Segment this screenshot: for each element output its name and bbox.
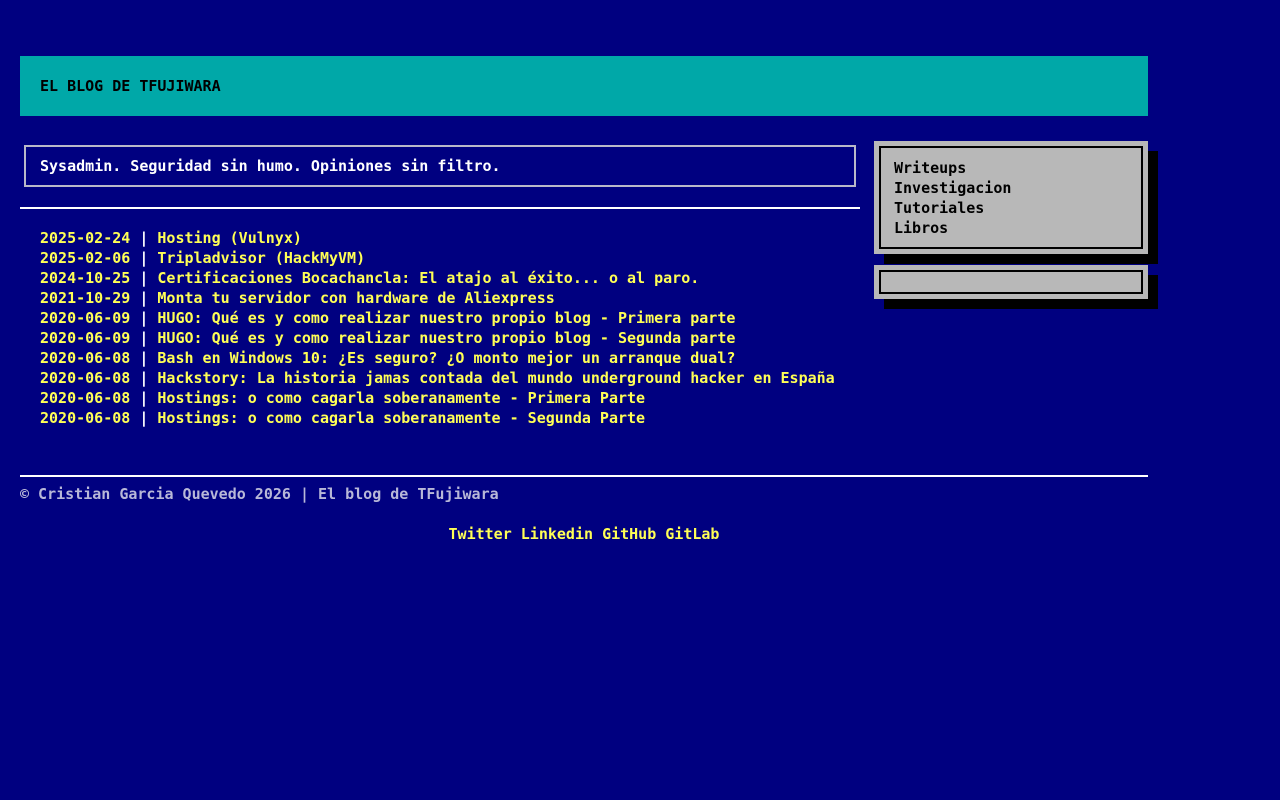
- post-separator: |: [139, 389, 149, 407]
- post-date: 2020-06-09: [40, 309, 131, 327]
- menu-item-tutoriales[interactable]: Tutoriales: [894, 198, 1128, 218]
- post-separator: |: [139, 249, 149, 267]
- post-date: 2020-06-08: [40, 369, 131, 387]
- post-list: 2025-02-24 | Hosting (Vulnyx) 2025-02-06…: [40, 228, 860, 428]
- post-link[interactable]: Hostings: o como cagarla soberanamente -…: [157, 409, 645, 427]
- post-link[interactable]: HUGO: Qué es y como realizar nuestro pro…: [157, 329, 735, 347]
- post-link[interactable]: HUGO: Qué es y como realizar nuestro pro…: [157, 309, 735, 327]
- tagline-box: Sysadmin. Seguridad sin humo. Opiniones …: [24, 145, 856, 187]
- post-separator: |: [139, 329, 149, 347]
- post-date: 2021-10-29: [40, 289, 131, 307]
- post-separator: |: [139, 349, 149, 367]
- post-separator: |: [139, 289, 149, 307]
- twitter-link[interactable]: Twitter: [449, 525, 512, 543]
- post-date: 2025-02-06: [40, 249, 131, 267]
- post-separator: |: [139, 309, 149, 327]
- post-link[interactable]: Certificaciones Bocachancla: El atajo al…: [157, 269, 699, 287]
- post-separator: |: [139, 229, 149, 247]
- post-link[interactable]: Hostings: o como cagarla soberanamente -…: [157, 389, 645, 407]
- site-title[interactable]: EL BLOG DE TFUJIWARA: [40, 76, 1128, 96]
- post-item: 2020-06-08 | Hackstory: La historia jama…: [40, 368, 860, 388]
- github-link[interactable]: GitHub: [602, 525, 656, 543]
- post-separator: |: [139, 269, 149, 287]
- post-link[interactable]: Tripladvisor (HackMyVM): [157, 249, 365, 267]
- post-link[interactable]: Hosting (Vulnyx): [157, 229, 302, 247]
- post-date: 2024-10-25: [40, 269, 131, 287]
- post-item: 2021-10-29 | Monta tu servidor con hardw…: [40, 288, 860, 308]
- category-menu-panel: Writeups Investigacion Tutoriales Libros: [874, 141, 1148, 254]
- social-links: Twitter Linkedin GitHub GitLab: [20, 524, 1148, 544]
- post-date: 2020-06-08: [40, 349, 131, 367]
- menu-item-writeups[interactable]: Writeups: [894, 158, 1128, 178]
- linkedin-link[interactable]: Linkedin: [521, 525, 593, 543]
- post-item: 2025-02-06 | Tripladvisor (HackMyVM): [40, 248, 860, 268]
- gitlab-link[interactable]: GitLab: [665, 525, 719, 543]
- post-date: 2025-02-24: [40, 229, 131, 247]
- footer-copyright: © Cristian Garcia Quevedo 2026 | El blog…: [20, 485, 499, 503]
- post-item: 2020-06-08 | Hostings: o como cagarla so…: [40, 408, 860, 428]
- post-date: 2020-06-08: [40, 409, 131, 427]
- post-separator: |: [139, 409, 149, 427]
- post-separator: |: [139, 369, 149, 387]
- post-link[interactable]: Bash en Windows 10: ¿Es seguro? ¿O monto…: [157, 349, 735, 367]
- menu-item-investigacion[interactable]: Investigacion: [894, 178, 1128, 198]
- category-menu: Writeups Investigacion Tutoriales Libros: [879, 146, 1143, 249]
- search-box: [879, 270, 1143, 294]
- post-item: 2020-06-08 | Bash en Windows 10: ¿Es seg…: [40, 348, 860, 368]
- post-date: 2020-06-08: [40, 389, 131, 407]
- post-item: 2020-06-09 | HUGO: Qué es y como realiza…: [40, 328, 860, 348]
- post-item: 2025-02-24 | Hosting (Vulnyx): [40, 228, 860, 248]
- post-item: 2020-06-09 | HUGO: Qué es y como realiza…: [40, 308, 860, 328]
- search-input[interactable]: [881, 273, 1141, 293]
- content-divider: [20, 207, 860, 209]
- post-link[interactable]: Monta tu servidor con hardware de Aliexp…: [157, 289, 554, 307]
- post-link[interactable]: Hackstory: La historia jamas contada del…: [157, 369, 834, 387]
- search-panel: [874, 265, 1148, 299]
- footer-divider: [20, 475, 1148, 477]
- menu-item-libros[interactable]: Libros: [894, 218, 1128, 238]
- post-item: 2020-06-08 | Hostings: o como cagarla so…: [40, 388, 860, 408]
- post-item: 2024-10-25 | Certificaciones Bocachancla…: [40, 268, 860, 288]
- post-date: 2020-06-09: [40, 329, 131, 347]
- site-header: EL BLOG DE TFUJIWARA: [20, 56, 1148, 116]
- site-tagline: Sysadmin. Seguridad sin humo. Opiniones …: [40, 157, 501, 175]
